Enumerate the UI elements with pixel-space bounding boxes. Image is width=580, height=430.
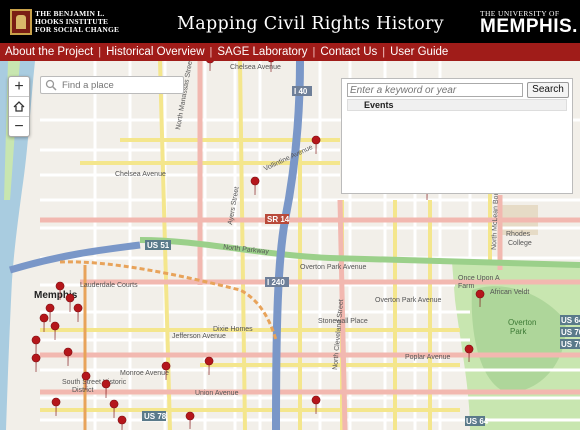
events-tab[interactable]: Events [347, 99, 567, 111]
keyword-search-input[interactable] [347, 83, 523, 97]
site-header: THE BENJAMIN L. HOOKS INSTITUTE FOR SOCI… [0, 0, 580, 43]
zoom-out-button[interactable]: − [9, 117, 29, 136]
label-monroe-avenue: Monroe Avenue [120, 370, 169, 377]
svg-text:US 79: US 79 [561, 340, 580, 349]
magnifier-icon [45, 79, 57, 91]
label-overton-park-avenue: Overton Park Avenue [300, 264, 367, 271]
label-south-street-historic: South Street Historic [62, 379, 127, 386]
home-icon [13, 101, 25, 112]
label-dixie-homes: Dixie Homes [213, 326, 253, 333]
label-chelsea-avenue-west: Chelsea Avenue [115, 171, 166, 178]
svg-text:US 70: US 70 [561, 328, 580, 337]
nav-about-the-project[interactable]: About the Project [0, 46, 98, 58]
hooks-institute-logo[interactable]: THE BENJAMIN L. HOOKS INSTITUTE FOR SOCI… [10, 8, 119, 36]
find-place-box [40, 76, 184, 94]
hooks-seal-icon [10, 9, 32, 35]
svg-text:US 51: US 51 [147, 241, 170, 250]
label-rhodes-college: Rhodes [506, 231, 531, 238]
main-nav: About the Project | Historical Overview … [0, 43, 580, 61]
hooks-institute-name: THE BENJAMIN L. HOOKS INSTITUTE FOR SOCI… [35, 10, 119, 34]
find-place-input[interactable] [59, 79, 183, 91]
event-search-panel: Search Events [341, 78, 573, 194]
label-overton-park: Overton [508, 318, 536, 327]
search-button[interactable]: Search [527, 82, 569, 98]
label-district: District [72, 387, 93, 394]
svg-text:US 64: US 64 [561, 316, 580, 325]
label-jefferson-avenue: Jefferson Avenue [172, 333, 226, 340]
zoom-controls: + − [8, 76, 30, 137]
label-once-upon-a-farm-2: Farm [458, 283, 475, 290]
site-title: Mapping Civil Rights History [177, 14, 444, 34]
label-lauderdale-courts: Lauderdale Courts [80, 282, 138, 289]
zoom-in-button[interactable]: + [9, 77, 29, 97]
university-name: MEMPHIS. [480, 16, 578, 37]
label-rhodes-college-2: College [508, 240, 532, 247]
svg-text:US 78: US 78 [144, 412, 167, 421]
label-overton-park-avenue-east: Overton Park Avenue [375, 297, 442, 304]
university-logo[interactable]: THE UNIVERSITY OF MEMPHIS. [480, 9, 578, 38]
org-line-3: FOR SOCIAL CHANGE [35, 25, 120, 34]
svg-text:I 240: I 240 [267, 278, 285, 287]
svg-text:I 40: I 40 [294, 87, 308, 96]
label-once-upon-a-farm: Once Upon A [458, 275, 500, 282]
label-union-avenue: Union Avenue [195, 390, 239, 397]
home-button[interactable] [9, 97, 29, 117]
svg-text:SR 14: SR 14 [267, 215, 290, 224]
label-overton-park-2: Park [510, 327, 527, 336]
nav-historical-overview[interactable]: Historical Overview [101, 46, 209, 58]
label-chelsea-avenue: Chelsea Avenue [230, 64, 281, 71]
svg-text:US 64: US 64 [466, 417, 489, 426]
label-poplar-avenue: Poplar Avenue [405, 354, 451, 361]
nav-contact-us[interactable]: Contact Us [315, 46, 382, 58]
nav-sage-laboratory[interactable]: SAGE Laboratory [212, 46, 312, 58]
label-african-veldt: African Veldt [490, 289, 529, 296]
nav-user-guide[interactable]: User Guide [385, 46, 453, 58]
